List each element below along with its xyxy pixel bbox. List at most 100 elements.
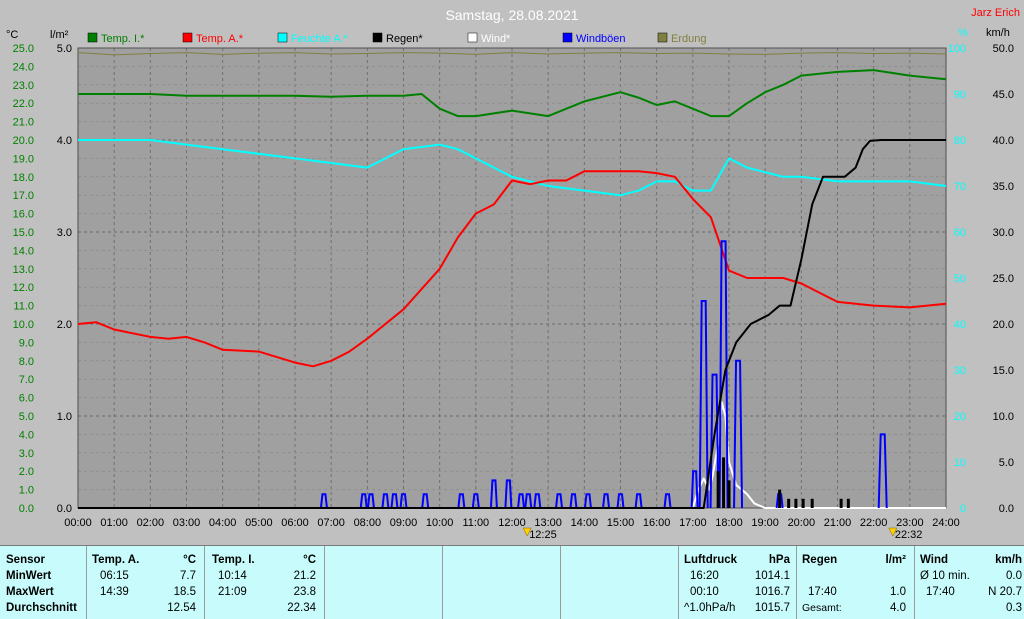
legend-label: Regen* — [386, 33, 423, 45]
rain-axis-unit: l/m² — [50, 29, 69, 41]
time-tick-label: 14:00 — [571, 517, 599, 529]
temp-tick-label: 8.0 — [19, 356, 34, 368]
temp-tick-label: 10.0 — [13, 319, 34, 331]
temp-tick-label: 19.0 — [13, 153, 34, 165]
time-tick-label: 04:00 — [209, 517, 237, 529]
legend-label: Feuchte A.* — [291, 33, 349, 45]
stats-empty-column-3 — [560, 546, 679, 619]
temp-tick-label: 9.0 — [19, 337, 34, 349]
series-regen-bar — [722, 457, 726, 508]
statistics-panel: Sensor MinWert MaxWert Durchschnitt Temp… — [0, 545, 1024, 619]
time-tick-label: 05:00 — [245, 517, 273, 529]
wind-tick-label: 35.0 — [993, 181, 1014, 193]
legend-label: Temp. I.* — [101, 33, 145, 45]
wind-axis-unit: km/h — [986, 27, 1010, 39]
stats-temp-i-column: Temp. I. °C 10:14 21.2 21:09 23.8 22.34 — [204, 546, 325, 619]
legend-swatch — [372, 32, 383, 43]
author-label: Jarz Erich — [971, 7, 1020, 19]
rain-header: Regen — [802, 554, 838, 566]
time-tick-label: 10:00 — [426, 517, 454, 529]
wind-tick-label: 10.0 — [993, 411, 1014, 423]
wind-min-value: 0.0 — [1006, 570, 1022, 582]
legend-swatch — [467, 32, 478, 43]
time-tick-label: 16:00 — [643, 517, 671, 529]
humidity-tick-label: 40 — [954, 319, 966, 331]
humidity-tick-label: 90 — [954, 89, 966, 101]
temp-tick-label: 25.0 — [13, 43, 34, 55]
time-tick-label: 03:00 — [173, 517, 201, 529]
temp-axis-unit: °C — [6, 29, 18, 41]
time-tick-label: 12:00 — [498, 517, 526, 529]
time-tick-label: 13:00 — [534, 517, 562, 529]
stats-temp-a-column: Temp. A. °C 06:15 7.7 14:39 18.5 12.54 — [86, 546, 205, 619]
temp-tick-label: 12.0 — [13, 282, 34, 294]
time-tick-label: 08:00 — [354, 517, 382, 529]
humidity-tick-label: 30 — [954, 365, 966, 377]
series-regen-bar — [810, 498, 814, 508]
temp-tick-label: 6.0 — [19, 393, 34, 405]
series-regen-bar — [787, 498, 791, 508]
rain-unit: l/m² — [885, 554, 906, 566]
time-marker-label: 12:25 — [529, 529, 557, 541]
humidity-tick-label: 80 — [954, 135, 966, 147]
wind-tick-label: 45.0 — [993, 89, 1014, 101]
temp-tick-label: 4.0 — [19, 429, 34, 441]
rain-tick-label: 3.0 — [57, 227, 72, 239]
maxwert-label: MaxWert — [6, 586, 54, 598]
humidity-tick-label: 70 — [954, 181, 966, 193]
temp-tick-label: 20.0 — [13, 135, 34, 147]
temp-tick-label: 15.0 — [13, 227, 34, 239]
temp-i-min-time: 10:14 — [218, 570, 247, 582]
legend-swatch — [182, 32, 193, 43]
time-tick-label: 23:00 — [896, 517, 924, 529]
humidity-tick-label: 60 — [954, 227, 966, 239]
wind-tick-label: 20.0 — [993, 319, 1014, 331]
temp-a-avg-value: 12.54 — [167, 602, 196, 614]
wind-unit: km/h — [995, 554, 1022, 566]
temp-tick-label: 2.0 — [19, 466, 34, 478]
chart-title: Samstag, 28.08.2021 — [445, 7, 578, 23]
temp-tick-label: 11.0 — [13, 301, 34, 313]
temp-tick-label: 5.0 — [19, 411, 34, 423]
temp-i-max-time: 21:09 — [218, 586, 247, 598]
time-tick-label: 00:00 — [64, 517, 92, 529]
wind-tick-label: 40.0 — [993, 135, 1014, 147]
time-tick-label: 01:00 — [100, 517, 128, 529]
wind-min-label: Ø 10 min. — [920, 570, 970, 582]
time-tick-label: 15:00 — [607, 517, 635, 529]
temp-a-min-value: 7.7 — [180, 570, 196, 582]
temp-tick-label: 16.0 — [13, 209, 34, 221]
temp-tick-label: 21.0 — [13, 117, 34, 129]
time-tick-label: 06:00 — [281, 517, 309, 529]
rain-total-label: Gesamt: — [802, 602, 842, 614]
pressure-max-value: 1016.7 — [754, 586, 790, 598]
series-regen-bar — [839, 498, 843, 508]
time-tick-label: 18:00 — [715, 517, 743, 529]
wind-tick-label: 50.0 — [993, 43, 1014, 55]
time-tick-label: 17:00 — [679, 517, 707, 529]
wind-max-time: 17:40 — [926, 586, 955, 598]
time-tick-label: 02:00 — [137, 517, 165, 529]
rain-max-value: 1.0 — [890, 586, 906, 598]
time-tick-label: 09:00 — [390, 517, 418, 529]
rain-tick-label: 2.0 — [57, 319, 72, 331]
temp-tick-label: 22.0 — [13, 98, 34, 110]
rain-max-time: 17:40 — [808, 586, 837, 598]
temp-tick-label: 1.0 — [19, 485, 34, 497]
rain-tick-label: 5.0 — [57, 43, 72, 55]
temp-tick-label: 3.0 — [19, 448, 34, 460]
temp-tick-label: 7.0 — [19, 374, 34, 386]
temp-tick-label: 18.0 — [13, 172, 34, 184]
durchschnitt-label: Durchschnitt — [6, 602, 77, 614]
humidity-tick-label: 10 — [954, 457, 966, 469]
legend-label: Windböen — [576, 33, 626, 45]
time-tick-label: 11:00 — [462, 517, 489, 529]
humidity-tick-label: 20 — [954, 411, 966, 423]
temp-i-max-value: 23.8 — [293, 586, 316, 598]
wind-tick-label: 0.0 — [999, 503, 1014, 515]
pressure-unit: hPa — [768, 554, 790, 566]
rain-total-value: 4.0 — [890, 602, 906, 614]
series-regen-bar — [727, 480, 731, 508]
temp-i-min-value: 21.2 — [293, 570, 316, 582]
series-regen-bar — [716, 471, 720, 508]
